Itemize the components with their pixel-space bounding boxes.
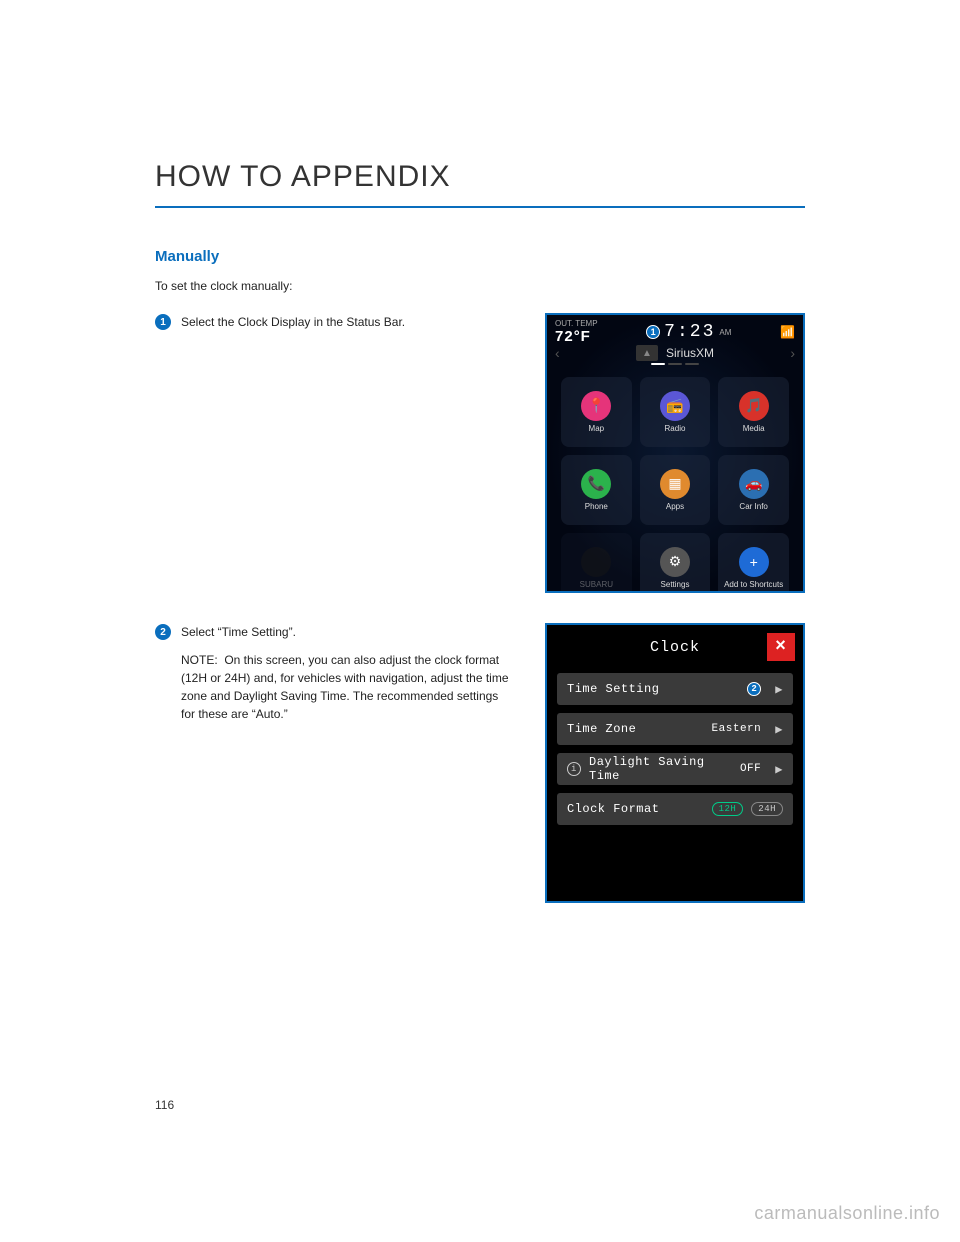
section-intro: To set the clock manually:	[155, 279, 805, 293]
row-time-zone[interactable]: Time Zone Eastern ▶	[557, 713, 793, 745]
format-24h-button[interactable]: 24H	[751, 802, 783, 816]
section-subheading: Manually	[155, 248, 805, 265]
radio-icon: 📻	[660, 391, 690, 421]
title-rule	[155, 206, 805, 208]
note-text: On this screen, you can also adjust the …	[181, 653, 509, 721]
next-source-icon[interactable]: ›	[790, 345, 795, 361]
clock-display[interactable]: 1 7:23 AM	[646, 322, 731, 342]
dst-label: Daylight Saving Time	[589, 755, 732, 783]
row-dst[interactable]: i Daylight Saving Time OFF ▶	[557, 753, 793, 785]
map-icon: 📍	[581, 391, 611, 421]
app-label: Map	[589, 425, 605, 434]
out-temp-label: OUT. TEMP	[555, 319, 598, 328]
clock-screen-title: Clock	[650, 639, 700, 656]
screenshot-home: OUT. TEMP 72°F 1 7:23 AM 📶 ‹ ▲ SiriusXM …	[545, 313, 805, 593]
clock-time: 7:23	[664, 322, 715, 342]
settings-icon: ⚙	[660, 547, 690, 577]
phone-icon: 📞	[581, 469, 611, 499]
step-1-body: Select the Clock Display in the Status B…	[181, 313, 405, 331]
app-label: Apps	[666, 503, 684, 512]
note-label: NOTE:	[181, 653, 218, 667]
watermark: carmanualsonline.info	[754, 1203, 940, 1224]
temp-block: OUT. TEMP 72°F	[555, 319, 598, 345]
app-tile-apps[interactable]: ▦ Apps	[640, 455, 711, 525]
app-tile-add-to-shortcuts[interactable]: + Add to Shortcuts	[718, 533, 789, 593]
prev-source-icon[interactable]: ‹	[555, 345, 560, 361]
time-setting-label: Time Setting	[567, 682, 739, 696]
close-icon: ×	[775, 637, 787, 657]
row-time-setting[interactable]: Time Setting 2 ▶	[557, 673, 793, 705]
source-row: ‹ ▲ SiriusXM ›	[547, 345, 803, 361]
step-2-text: 2 Select “Time Setting”. NOTE: On this s…	[155, 623, 515, 903]
app-tile-media[interactable]: 🎵 Media	[718, 377, 789, 447]
info-icon[interactable]: i	[567, 762, 581, 776]
status-bar: OUT. TEMP 72°F 1 7:23 AM 📶	[547, 315, 803, 345]
format-12h-button[interactable]: 12H	[712, 802, 744, 816]
app-tile-radio[interactable]: 📻 Radio	[640, 377, 711, 447]
app-tile-settings[interactable]: ⚙ Settings	[640, 533, 711, 593]
temp-value: 72	[555, 328, 574, 345]
step-1-text: 1 Select the Clock Display in the Status…	[155, 313, 515, 593]
dst-value: OFF	[740, 763, 761, 775]
clock-format-label: Clock Format	[567, 802, 704, 816]
add-to-shortcuts-icon: +	[739, 547, 769, 577]
chevron-right-icon: ▶	[775, 762, 783, 777]
app-label: Phone	[585, 503, 608, 512]
step-1-bullet: 1	[155, 314, 171, 330]
chevron-right-icon: ▶	[775, 682, 783, 697]
app-label: Settings	[661, 581, 690, 590]
step-2-note: NOTE: On this screen, you can also adjus…	[181, 651, 515, 723]
app-tile-subaru[interactable]: SUBARU	[561, 533, 632, 593]
chevron-right-icon: ▶	[775, 722, 783, 737]
source-label: SiriusXM	[666, 346, 714, 360]
app-tile-car-info[interactable]: 🚗 Car Info	[718, 455, 789, 525]
time-zone-value: Eastern	[712, 723, 762, 735]
row-clock-format: Clock Format 12H 24H	[557, 793, 793, 825]
app-label: SUBARU	[580, 581, 613, 590]
step-row-1: 1 Select the Clock Display in the Status…	[155, 313, 805, 593]
step-2-body: Select “Time Setting”.	[181, 623, 515, 641]
app-grid: 📍 Map 📻 Radio 🎵 Media 📞 Phone ▦ Apps 🚗 Car Info SUBA…	[547, 371, 803, 593]
app-label: Add to Shortcuts	[724, 581, 783, 590]
clock-ampm: AM	[719, 328, 731, 337]
page-indicator	[547, 363, 803, 365]
step-row-2: 2 Select “Time Setting”. NOTE: On this s…	[155, 623, 805, 903]
close-button[interactable]: ×	[767, 633, 795, 661]
app-tile-map[interactable]: 📍 Map	[561, 377, 632, 447]
app-label: Radio	[665, 425, 686, 434]
wifi-icon: 📶	[780, 325, 795, 339]
subaru-icon	[581, 547, 611, 577]
app-tile-phone[interactable]: 📞 Phone	[561, 455, 632, 525]
page-title: HOW TO APPENDIX	[155, 160, 805, 194]
car-info-icon: 🚗	[739, 469, 769, 499]
page-number: 116	[155, 1098, 174, 1112]
app-label: Media	[743, 425, 765, 434]
screenshot-clock: Clock × Time Setting 2 ▶ Time Zone Easte…	[545, 623, 805, 903]
temp-unit: °F	[574, 328, 591, 345]
callout-1-icon: 1	[646, 325, 660, 339]
clock-screen-title-bar: Clock ×	[547, 625, 803, 669]
app-label: Car Info	[739, 503, 767, 512]
media-icon: 🎵	[739, 391, 769, 421]
album-art-icon: ▲	[636, 345, 658, 361]
time-zone-label: Time Zone	[567, 722, 704, 736]
callout-2-icon: 2	[747, 682, 761, 696]
apps-icon: ▦	[660, 469, 690, 499]
step-2-bullet: 2	[155, 624, 171, 640]
